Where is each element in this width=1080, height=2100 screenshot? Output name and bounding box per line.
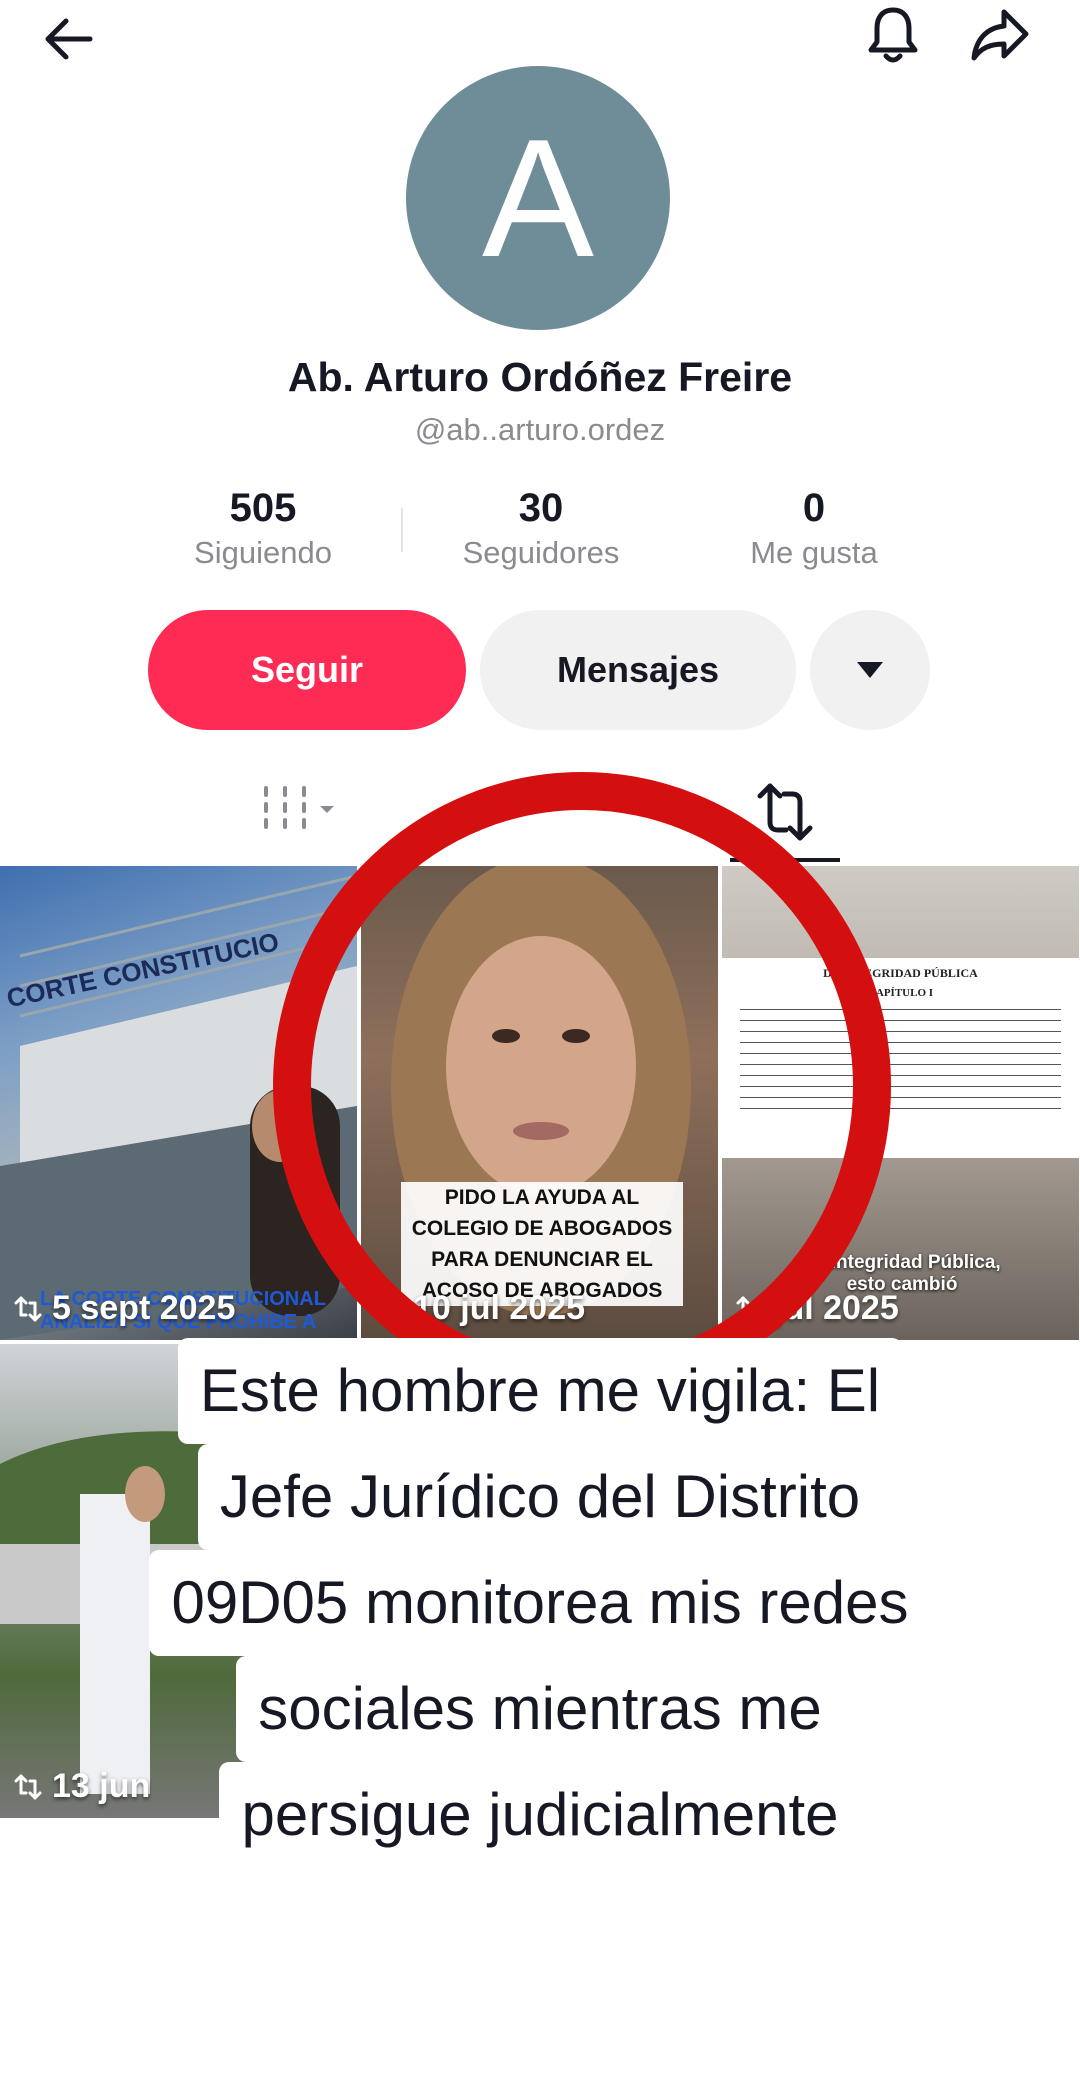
repost-icon xyxy=(14,1774,42,1799)
building-illustration xyxy=(0,874,357,1340)
profile-name: Ab. Arturo Ordóñez Freire xyxy=(287,354,793,400)
doc-text-lines xyxy=(740,1009,1061,1109)
tile-date: jul 2025 xyxy=(734,1289,899,1328)
stat-following[interactable]: 505 Siguiendo xyxy=(143,486,383,571)
active-tab-indicator xyxy=(730,858,840,862)
tile-date-text: 10 jul 2025 xyxy=(413,1289,586,1327)
back-button[interactable] xyxy=(38,8,100,70)
tile-date-text: 5 sept 2025 xyxy=(52,1289,236,1327)
stat-followers[interactable]: 30 Seguidores xyxy=(421,486,661,571)
caption-line: sociales mientras me xyxy=(236,1656,844,1762)
tile-date: 10 jul 2025 xyxy=(373,1289,585,1328)
stat-label: Me gusta xyxy=(750,535,878,570)
tile-date: 5 sept 2025 xyxy=(12,1289,235,1328)
share-arrow-icon xyxy=(971,9,1029,61)
avatar-letter: A xyxy=(481,104,595,292)
stat-value: 505 xyxy=(229,486,297,530)
video-tile[interactable]: DE INTEGRIDAD PÚBLICA CAPÍTULO I Le Inte… xyxy=(722,866,1079,1340)
stat-value: 30 xyxy=(518,486,564,530)
share-button[interactable] xyxy=(968,4,1032,66)
stat-value: 0 xyxy=(802,486,826,530)
stat-label: Siguiendo xyxy=(194,535,332,570)
caption-line: 09D05 monitorea mis redes xyxy=(149,1550,931,1656)
follow-button[interactable]: Seguir xyxy=(148,610,466,730)
repost-icon xyxy=(375,1296,403,1321)
more-button[interactable] xyxy=(810,610,930,730)
bell-icon xyxy=(868,7,918,63)
notifications-button[interactable] xyxy=(862,4,924,66)
caption-line: Jefe Jurídico del Distrito xyxy=(197,1444,883,1550)
caption-line: Este hombre me vigila: El xyxy=(177,1338,903,1444)
profile-handle: @ab..arturo.ordez xyxy=(414,412,666,447)
caret-down-icon xyxy=(857,662,883,678)
arrow-left-icon xyxy=(45,18,93,60)
repost-icon xyxy=(14,1296,42,1321)
stat-divider xyxy=(401,508,403,552)
grid-columns-icon xyxy=(264,786,334,829)
video-tile[interactable]: CORTE CONSTITUCIO LA CORTE CONSTITUCIONA… xyxy=(0,866,357,1340)
caption-line: persigue judicialmente xyxy=(219,1762,861,1868)
repost-icon xyxy=(736,1296,764,1321)
messages-button[interactable]: Mensajes xyxy=(480,610,796,730)
repost-icon xyxy=(757,783,813,841)
document-page: DE INTEGRIDAD PÚBLICA CAPÍTULO I xyxy=(722,958,1079,1158)
tile-date-text: jul 2025 xyxy=(774,1289,899,1327)
tile-caption: PIDO LA AYUDA AL COLEGIO DE ABOGADOS PAR… xyxy=(401,1182,683,1306)
tab-videos[interactable] xyxy=(258,782,348,842)
doc-title: DE INTEGRIDAD PÚBLICA xyxy=(823,966,978,980)
video-tile[interactable]: PIDO LA AYUDA AL COLEGIO DE ABOGADOS PAR… xyxy=(361,866,718,1340)
avatar[interactable]: A xyxy=(406,66,670,330)
tab-reposts[interactable] xyxy=(730,772,840,866)
overlay-caption: Este hombre me vigila: El Jefe Jurídico … xyxy=(100,1338,980,1868)
stat-likes[interactable]: 0 Me gusta xyxy=(694,486,934,571)
stat-label: Seguidores xyxy=(462,535,620,570)
doc-subtitle: CAPÍTULO I xyxy=(867,987,934,999)
